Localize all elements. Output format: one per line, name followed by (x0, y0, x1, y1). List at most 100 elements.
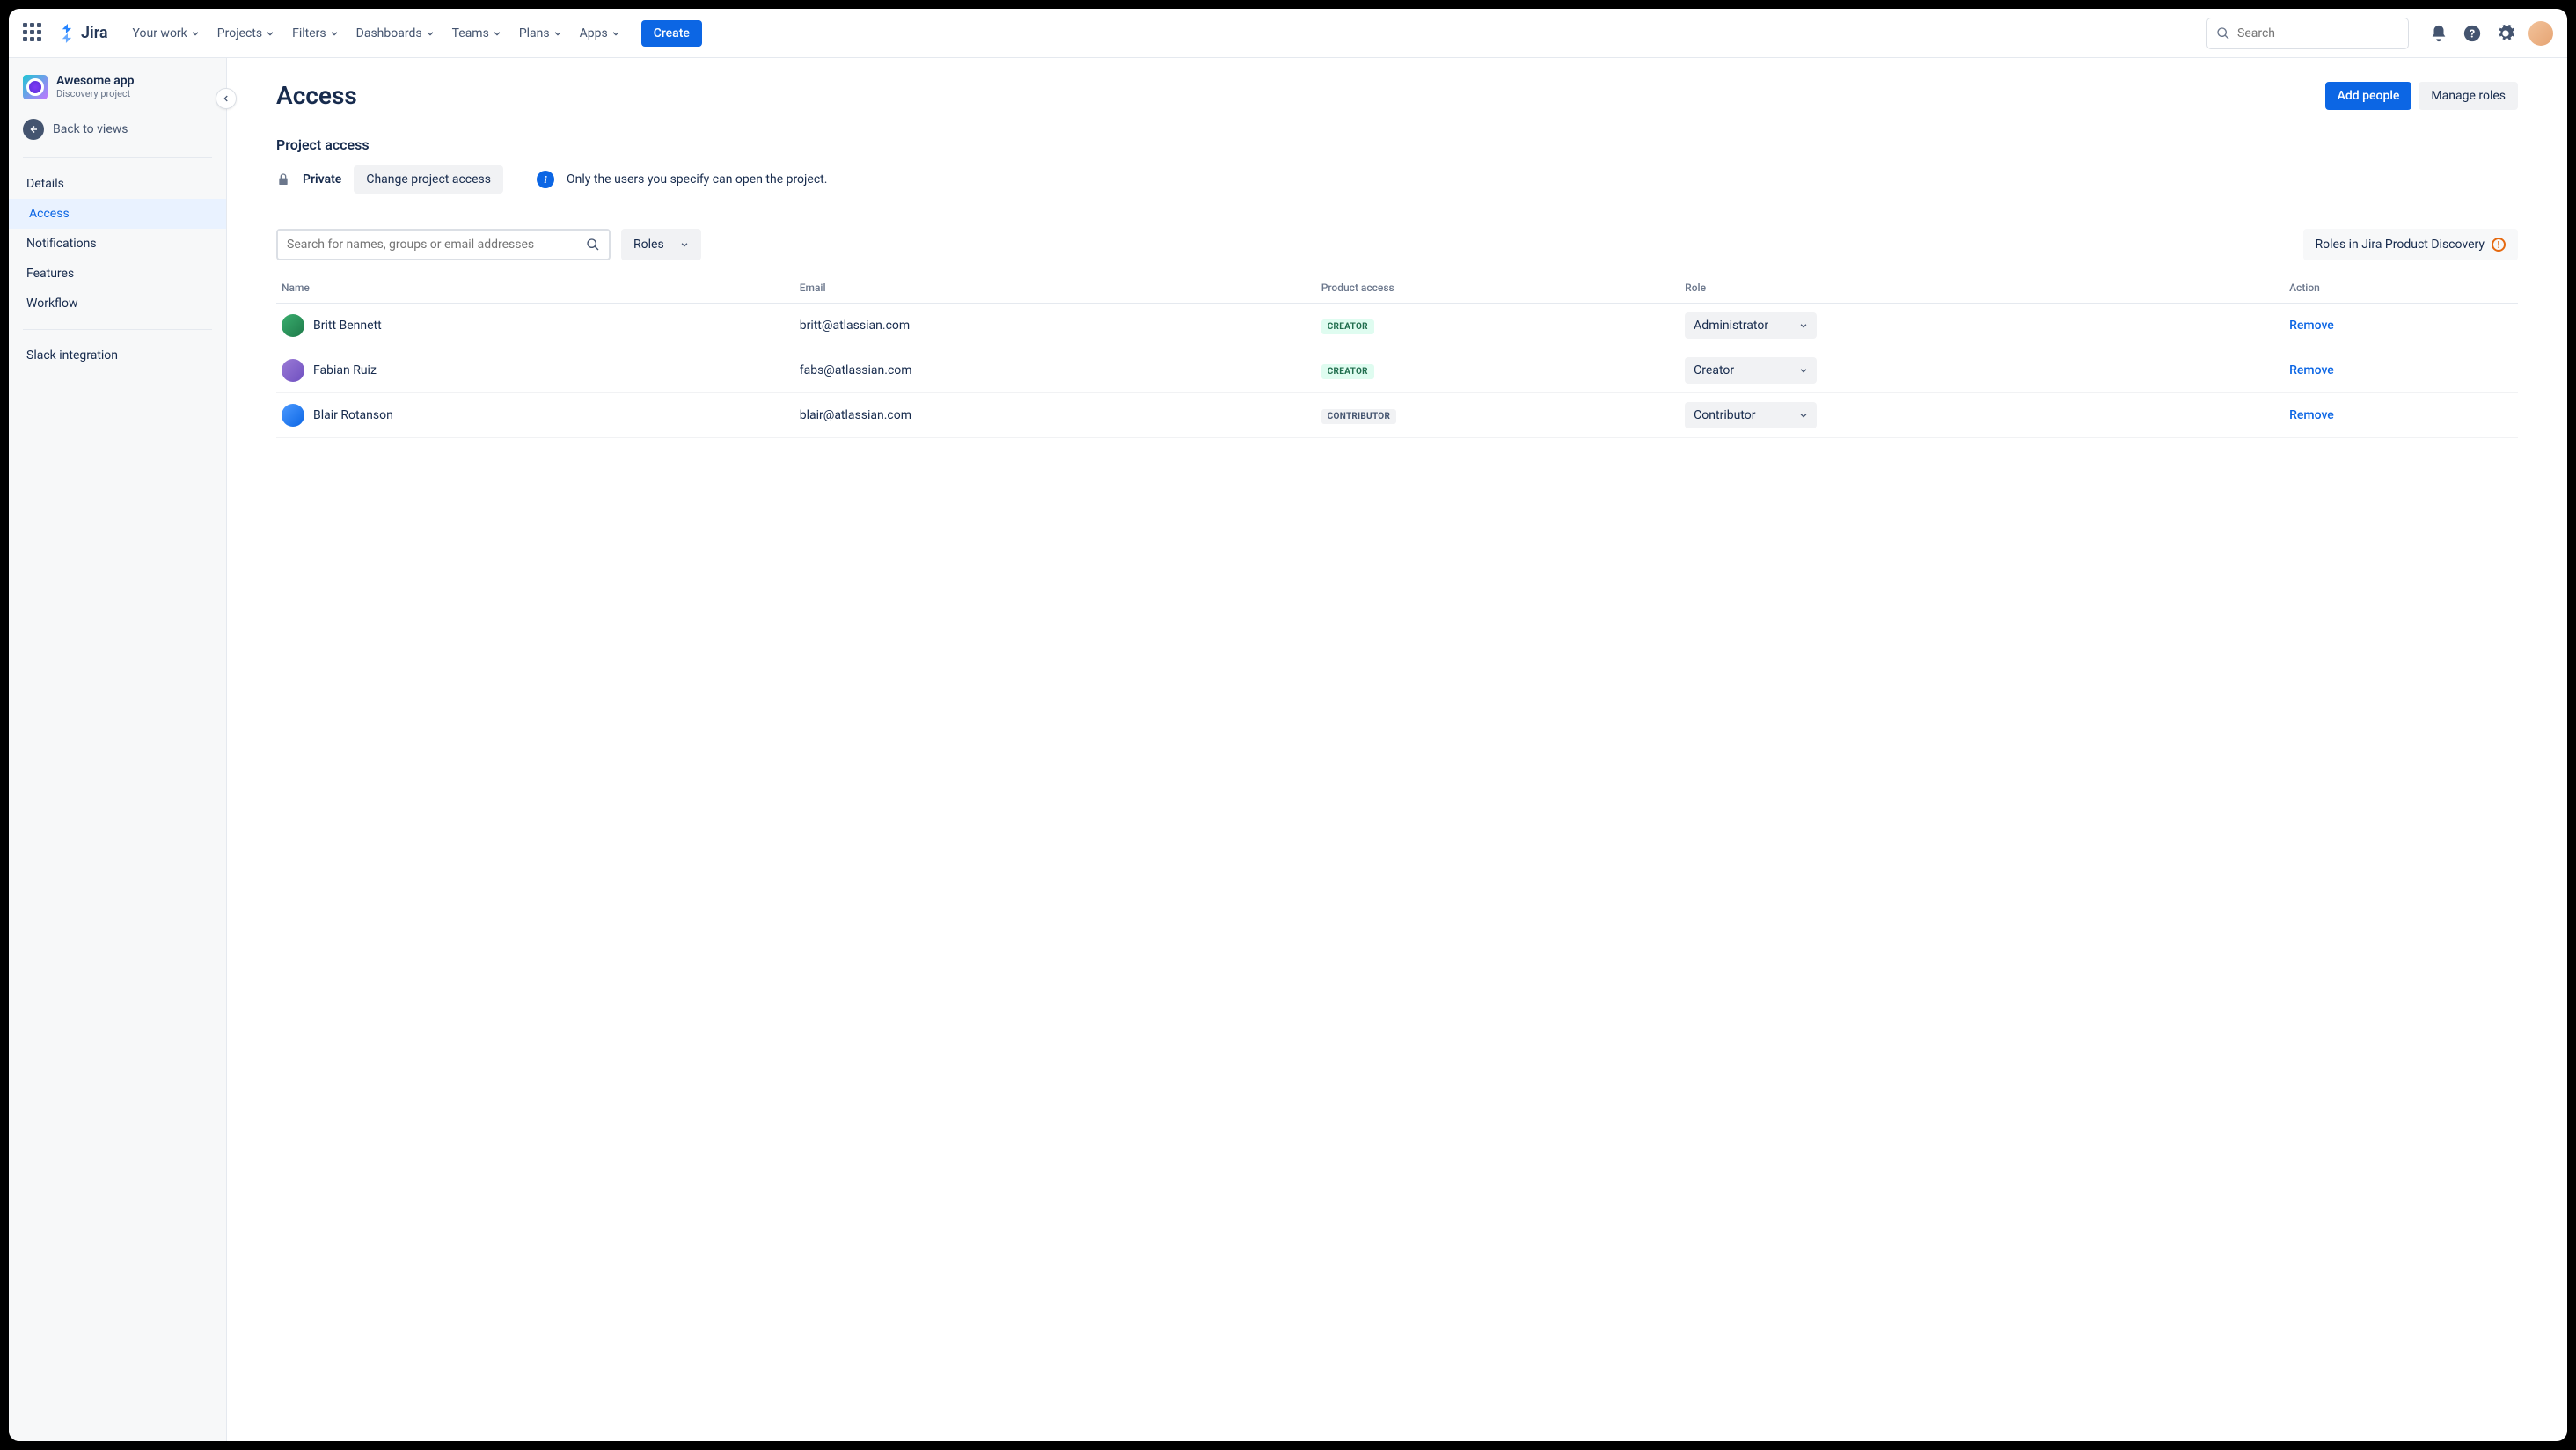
user-email: fabs@atlassian.com (794, 348, 1316, 393)
role-value: Administrator (1694, 319, 1768, 333)
add-people-button[interactable]: Add people (2325, 82, 2412, 110)
chevron-down-icon (553, 29, 562, 38)
nav-item-dashboards[interactable]: Dashboards (349, 21, 442, 46)
role-select[interactable]: Creator (1685, 357, 1817, 384)
app-switcher-icon[interactable] (23, 23, 44, 44)
create-button[interactable]: Create (641, 20, 702, 47)
global-search-input[interactable] (2237, 26, 2399, 40)
jira-logo[interactable]: Jira (58, 24, 108, 43)
section-title: Project access (276, 136, 2518, 153)
role-select[interactable]: Contributor (1685, 402, 1817, 428)
product-access-badge: CREATOR (1321, 364, 1374, 379)
role-value: Creator (1694, 363, 1734, 377)
change-access-button[interactable]: Change project access (354, 165, 503, 194)
main-content: Access Add people Manage roles Project a… (227, 58, 2567, 1441)
sidebar-item-workflow[interactable]: Workflow (9, 289, 226, 319)
chevron-down-icon (493, 29, 501, 38)
nav-item-label: Dashboards (356, 26, 422, 40)
collapse-sidebar-button[interactable] (216, 88, 237, 109)
col-email: Email (794, 273, 1316, 304)
nav-items: Your work Projects Filters Dashboards Teams P… (126, 21, 627, 46)
user-search[interactable] (276, 229, 611, 260)
user-avatar (282, 314, 304, 337)
nav-item-label: Filters (292, 26, 326, 40)
sidebar-item-features[interactable]: Features (9, 259, 226, 289)
global-search[interactable] (2206, 18, 2409, 49)
user-name: Fabian Ruiz (313, 363, 377, 377)
roles-filter-dropdown[interactable]: Roles (621, 229, 701, 260)
roles-help-link[interactable]: Roles in Jira Product Discovery ! (2303, 229, 2519, 260)
jira-logo-icon (58, 24, 77, 43)
nav-item-label: Your work (133, 26, 187, 40)
user-name: Britt Bennett (313, 319, 382, 333)
chevron-down-icon (426, 29, 435, 38)
sidebar-item-access[interactable]: Access (9, 199, 226, 229)
remove-link[interactable]: Remove (2289, 363, 2334, 377)
table-row: Britt Bennett britt@atlassian.com CREATOR A… (276, 304, 2518, 348)
roles-help-label: Roles in Jira Product Discovery (2316, 238, 2485, 252)
help-icon[interactable]: ? (2462, 23, 2483, 44)
top-nav: Jira Your work Projects Filters Dashboards T… (9, 9, 2567, 58)
nav-item-label: Teams (452, 26, 489, 40)
warning-icon: ! (2492, 238, 2506, 252)
chevron-down-icon (266, 29, 274, 38)
access-table: Name Email Product access Role Action Br… (276, 273, 2518, 438)
product-name: Jira (81, 24, 108, 42)
svg-text:?: ? (2470, 27, 2475, 40)
nav-item-apps[interactable]: Apps (573, 21, 627, 46)
project-icon (23, 75, 48, 99)
nav-item-label: Projects (217, 26, 262, 40)
user-avatar (282, 404, 304, 427)
product-access-badge: CREATOR (1321, 319, 1374, 334)
nav-item-plans[interactable]: Plans (512, 21, 569, 46)
project-header[interactable]: Awesome app Discovery project (9, 69, 226, 112)
chevron-down-icon (1799, 366, 1808, 375)
product-access-badge: CONTRIBUTOR (1321, 409, 1397, 424)
table-row: Fabian Ruiz fabs@atlassian.com CREATOR Crea… (276, 348, 2518, 393)
user-avatar[interactable] (2528, 21, 2553, 46)
nav-item-filters[interactable]: Filters (285, 21, 346, 46)
nav-item-teams[interactable]: Teams (445, 21, 509, 46)
role-value: Contributor (1694, 408, 1755, 422)
sidebar: Awesome app Discovery project Back to vi… (9, 58, 227, 1441)
search-icon (2216, 26, 2230, 40)
nav-item-projects[interactable]: Projects (210, 21, 282, 46)
col-name: Name (276, 273, 794, 304)
project-name: Awesome app (56, 74, 135, 88)
user-avatar (282, 359, 304, 382)
lock-icon (276, 172, 290, 187)
user-search-input[interactable] (287, 238, 586, 252)
manage-roles-button[interactable]: Manage roles (2419, 82, 2518, 110)
chevron-down-icon (330, 29, 339, 38)
col-product: Product access (1316, 273, 1680, 304)
chevron-down-icon (1799, 411, 1808, 420)
nav-item-your-work[interactable]: Your work (126, 21, 207, 46)
chevron-down-icon (1799, 321, 1808, 330)
privacy-label: Private (303, 172, 341, 187)
back-to-views[interactable]: Back to views (9, 112, 226, 147)
project-type: Discovery project (56, 88, 135, 99)
user-name: Blair Rotanson (313, 408, 393, 422)
chevron-down-icon (680, 240, 689, 249)
table-row: Blair Rotansonblair@atlassian.comCONTRIB… (276, 393, 2518, 438)
back-arrow-icon (23, 119, 44, 140)
remove-link[interactable]: Remove (2289, 408, 2334, 422)
sidebar-item-details[interactable]: Details (9, 169, 226, 199)
chevron-down-icon (611, 29, 620, 38)
info-text: Only the users you specify can open the … (567, 172, 827, 187)
col-role: Role (1680, 273, 2284, 304)
col-action: Action (2284, 273, 2518, 304)
sidebar-item-notifications[interactable]: Notifications (9, 229, 226, 259)
chevron-down-icon (191, 29, 200, 38)
nav-item-label: Plans (519, 26, 550, 40)
back-label: Back to views (53, 122, 128, 136)
notifications-icon[interactable] (2428, 23, 2449, 44)
info-icon: i (537, 171, 554, 188)
user-email: britt@atlassian.com (794, 304, 1316, 348)
sidebar-item-slack[interactable]: Slack integration (9, 341, 226, 370)
role-select[interactable]: Administrator (1685, 312, 1817, 339)
search-icon (586, 238, 600, 252)
remove-link[interactable]: Remove (2289, 319, 2334, 333)
settings-icon[interactable] (2495, 23, 2516, 44)
page-title: Access (276, 81, 357, 110)
